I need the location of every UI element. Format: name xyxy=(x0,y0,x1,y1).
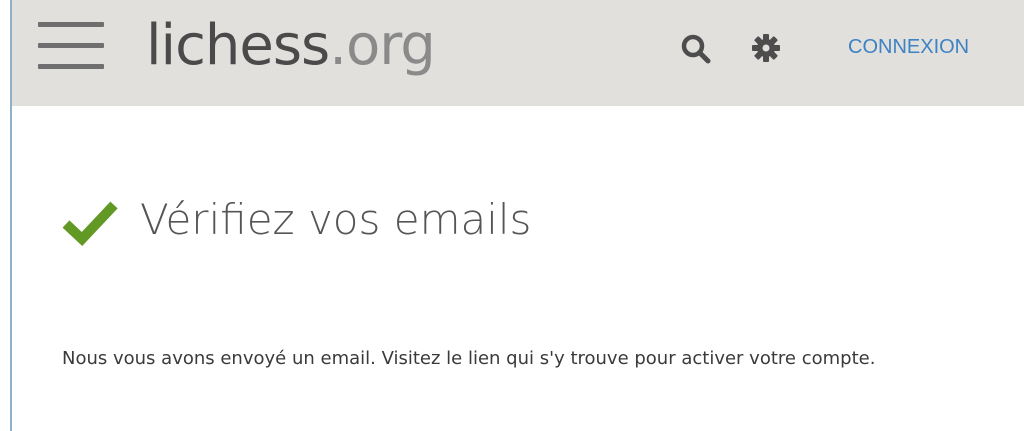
hamburger-menu-icon[interactable] xyxy=(38,22,104,72)
signin-link[interactable]: CONNEXION xyxy=(848,34,969,60)
confirmation-message: Nous vous avons envoyé un email. Visitez… xyxy=(62,348,876,369)
page-title: Vérifiez vos emails xyxy=(140,195,532,244)
gear-icon[interactable] xyxy=(749,31,783,65)
page: lichess.org CONNEXION Vérifiez vos email… xyxy=(0,0,1024,431)
search-icon[interactable] xyxy=(679,32,713,66)
checkmark-icon xyxy=(62,201,118,247)
logo-main-text: lichess xyxy=(146,13,330,78)
site-header: lichess.org CONNEXION xyxy=(12,0,1024,106)
site-logo[interactable]: lichess.org xyxy=(146,6,436,86)
logo-tld-text: .org xyxy=(329,13,436,78)
